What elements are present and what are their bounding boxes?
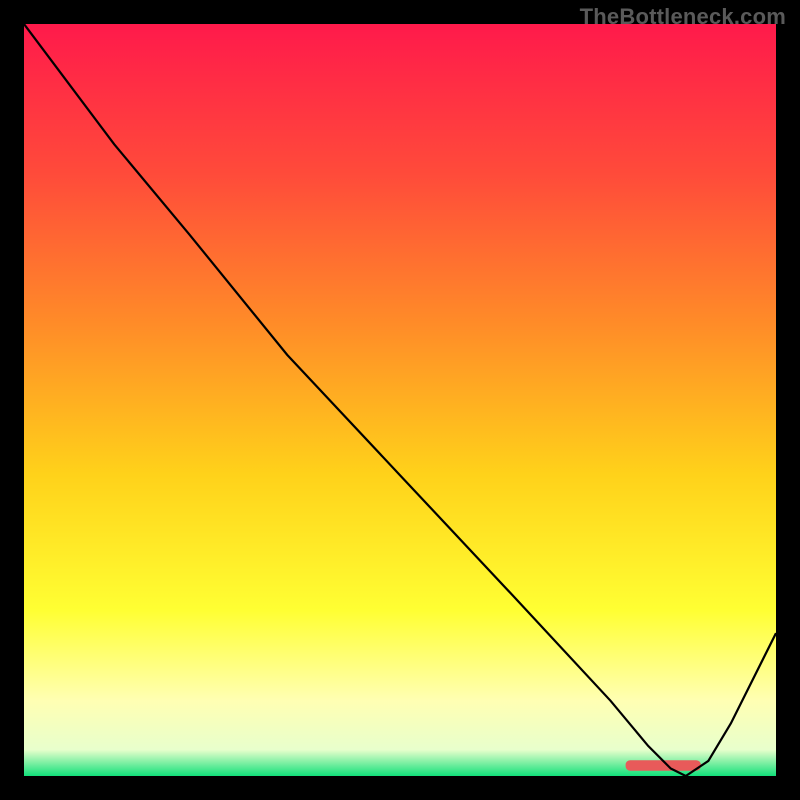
heat-background: [24, 24, 776, 776]
chart-stage: TheBottleneck.com: [0, 0, 800, 800]
bottleneck-chart: [24, 24, 776, 776]
